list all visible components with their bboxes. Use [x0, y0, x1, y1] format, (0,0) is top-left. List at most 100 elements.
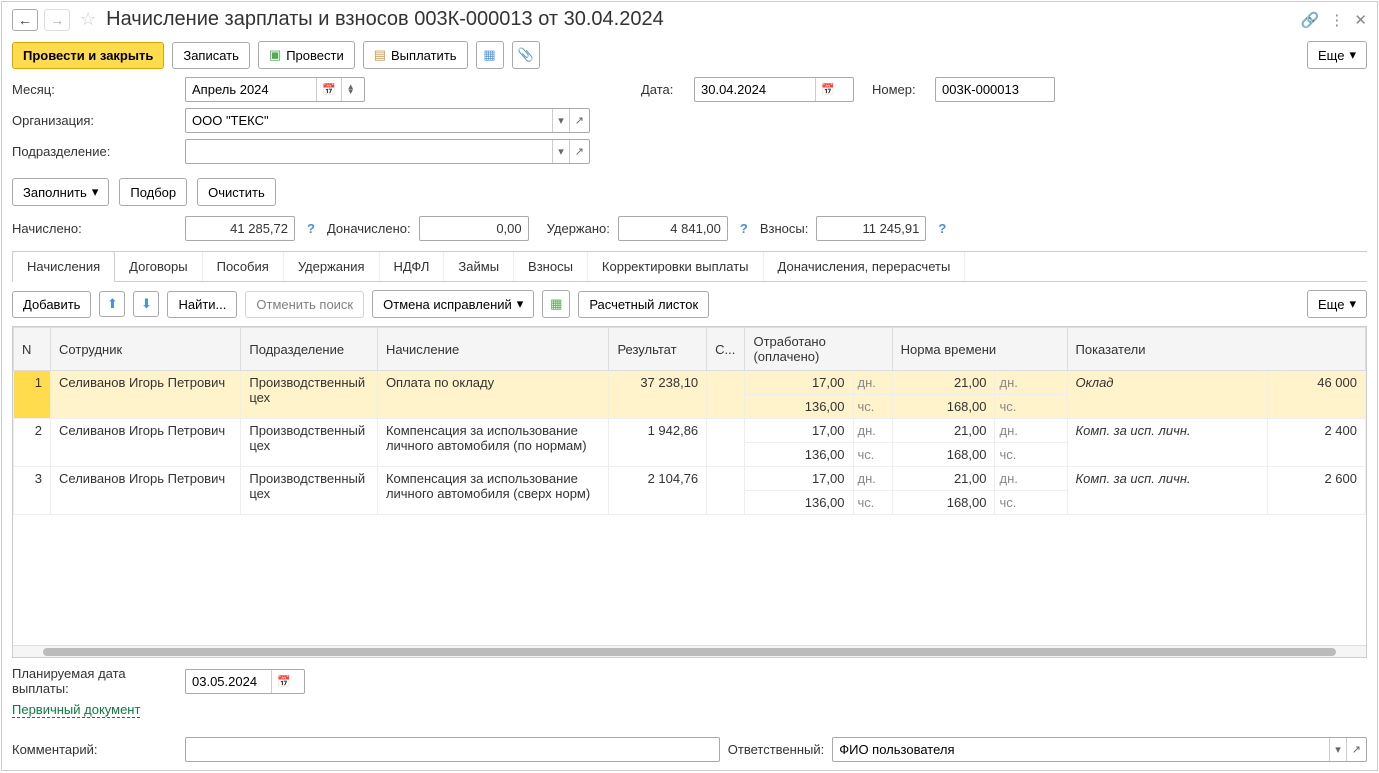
cell-result: 2 104,76 [609, 467, 707, 515]
cell-employee: Селиванов Игорь Петрович [51, 467, 241, 515]
cell-norm-days: 21,00 [892, 419, 995, 443]
col-s[interactable]: С... [707, 328, 745, 371]
paperclip-icon: 📎 [517, 47, 533, 63]
post-close-button[interactable]: Провести и закрыть [12, 42, 164, 69]
month-calendar-icon[interactable]: 📅 [316, 78, 341, 101]
cell-norm-days: 21,00 [892, 371, 995, 395]
comment-field[interactable] [186, 738, 719, 761]
grid-settings-button[interactable]: ▦ [542, 290, 570, 318]
comment-label: Комментарий: [12, 742, 177, 757]
col-indicators[interactable]: Показатели [1067, 328, 1366, 371]
col-n[interactable]: N [14, 328, 51, 371]
nav-forward-button[interactable]: → [44, 9, 70, 31]
nav-back-button[interactable]: ← [12, 9, 38, 31]
table-row[interactable]: 3 Селиванов Игорь Петрович Производствен… [14, 467, 1366, 491]
withheld-help-icon[interactable]: ? [736, 221, 752, 236]
sub-more-button[interactable]: Еще ▾ [1307, 290, 1367, 318]
more-menu-icon[interactable]: ⋮ [1329, 11, 1344, 29]
tab-contracts[interactable]: Договоры [115, 252, 202, 281]
cell-department: Производственный цех [241, 371, 378, 419]
cell-worked-hours-unit: чс. [853, 395, 892, 419]
col-employee[interactable]: Сотрудник [51, 328, 241, 371]
org-field[interactable] [186, 109, 552, 132]
more-button[interactable]: Еще ▾ [1307, 41, 1367, 69]
tab-additional[interactable]: Доначисления, перерасчеты [764, 252, 966, 281]
cancel-search-button[interactable]: Отменить поиск [245, 291, 364, 318]
tab-benefits[interactable]: Пособия [203, 252, 284, 281]
fill-button[interactable]: Заполнить ▾ [12, 178, 109, 206]
month-stepper-icon[interactable]: ▲▼ [341, 78, 360, 101]
planned-date-field[interactable] [186, 670, 271, 693]
post-button[interactable]: ▣Провести [258, 41, 355, 69]
cell-indicator-value: 46 000 [1268, 371, 1366, 419]
dept-field[interactable] [186, 140, 552, 163]
primary-doc-link[interactable]: Первичный документ [12, 702, 140, 718]
cell-worked-days: 17,00 [745, 467, 853, 491]
attach-button[interactable]: 📎 [512, 41, 540, 69]
tab-accruals[interactable]: Начисления [12, 251, 115, 282]
link-icon[interactable]: 🔗 [1301, 11, 1320, 29]
planned-calendar-icon[interactable]: 📅 [271, 670, 296, 693]
cell-norm-hours: 168,00 [892, 395, 995, 419]
favorite-star-icon[interactable]: ☆ [80, 9, 96, 30]
tab-deductions[interactable]: Удержания [284, 252, 380, 281]
col-norm[interactable]: Норма времени [892, 328, 1067, 371]
dept-open-icon[interactable]: ↗ [569, 140, 589, 163]
fill-label: Заполнить [23, 185, 87, 200]
horizontal-scrollbar[interactable] [43, 648, 1336, 656]
tab-ndfl[interactable]: НДФЛ [380, 252, 445, 281]
cell-result: 1 942,86 [609, 419, 707, 467]
date-field[interactable] [695, 78, 815, 101]
cell-s [707, 371, 745, 419]
cell-indicator: Комп. за исп. личн. [1067, 419, 1268, 467]
list-icon-button[interactable]: ▦ [476, 41, 504, 69]
pay-icon: ▤ [374, 47, 386, 63]
payslip-button[interactable]: Расчетный листок [578, 291, 709, 318]
clear-button[interactable]: Очистить [197, 178, 276, 206]
col-result[interactable]: Результат [609, 328, 707, 371]
move-down-button[interactable]: ⬇ [133, 291, 159, 317]
responsible-dropdown-icon[interactable]: ▾ [1329, 738, 1346, 761]
pay-button[interactable]: ▤Выплатить [363, 41, 468, 69]
chevron-down-icon: ▾ [1349, 296, 1356, 312]
close-icon[interactable]: ✕ [1354, 11, 1367, 29]
withheld-label: Удержано: [547, 221, 610, 236]
cell-accrual: Оплата по окладу [377, 371, 609, 419]
contrib-value: 11 245,91 [816, 216, 926, 241]
org-label: Организация: [12, 113, 177, 128]
month-field[interactable] [186, 78, 316, 101]
org-dropdown-icon[interactable]: ▾ [552, 109, 569, 132]
save-button[interactable]: Записать [172, 42, 250, 69]
contrib-help-icon[interactable]: ? [934, 221, 950, 236]
cell-result: 37 238,10 [609, 371, 707, 419]
col-department[interactable]: Подразделение [241, 328, 378, 371]
find-button[interactable]: Найти... [167, 291, 237, 318]
tab-corrections[interactable]: Корректировки выплаты [588, 252, 764, 281]
cell-indicator-value: 2 400 [1268, 419, 1366, 467]
responsible-open-icon[interactable]: ↗ [1346, 738, 1366, 761]
dept-dropdown-icon[interactable]: ▾ [552, 140, 569, 163]
cancel-fix-button[interactable]: Отмена исправлений ▾ [372, 290, 534, 318]
cell-employee: Селиванов Игорь Петрович [51, 371, 241, 419]
date-calendar-icon[interactable]: 📅 [815, 78, 840, 101]
cell-worked-hours: 136,00 [745, 491, 853, 515]
org-open-icon[interactable]: ↗ [569, 109, 589, 132]
pick-button[interactable]: Подбор [119, 178, 187, 206]
col-accrual[interactable]: Начисление [377, 328, 609, 371]
tab-contributions[interactable]: Взносы [514, 252, 588, 281]
accruals-table: N Сотрудник Подразделение Начисление Рез… [13, 327, 1366, 515]
more-label: Еще [1318, 48, 1344, 63]
table-row[interactable]: 2 Селиванов Игорь Петрович Производствен… [14, 419, 1366, 443]
cell-indicator: Комп. за исп. личн. [1067, 467, 1268, 515]
accrued-help-icon[interactable]: ? [303, 221, 319, 236]
add-row-button[interactable]: Добавить [12, 291, 91, 318]
responsible-field[interactable] [833, 738, 1329, 761]
move-up-button[interactable]: ⬆ [99, 291, 125, 317]
table-row[interactable]: 1 Селиванов Игорь Петрович Производствен… [14, 371, 1366, 395]
cell-worked-days: 17,00 [745, 419, 853, 443]
cell-n: 1 [14, 371, 51, 419]
addl-value: 0,00 [419, 216, 529, 241]
number-field[interactable] [936, 78, 1046, 101]
tab-loans[interactable]: Займы [444, 252, 514, 281]
col-worked[interactable]: Отработано (оплачено) [745, 328, 892, 371]
